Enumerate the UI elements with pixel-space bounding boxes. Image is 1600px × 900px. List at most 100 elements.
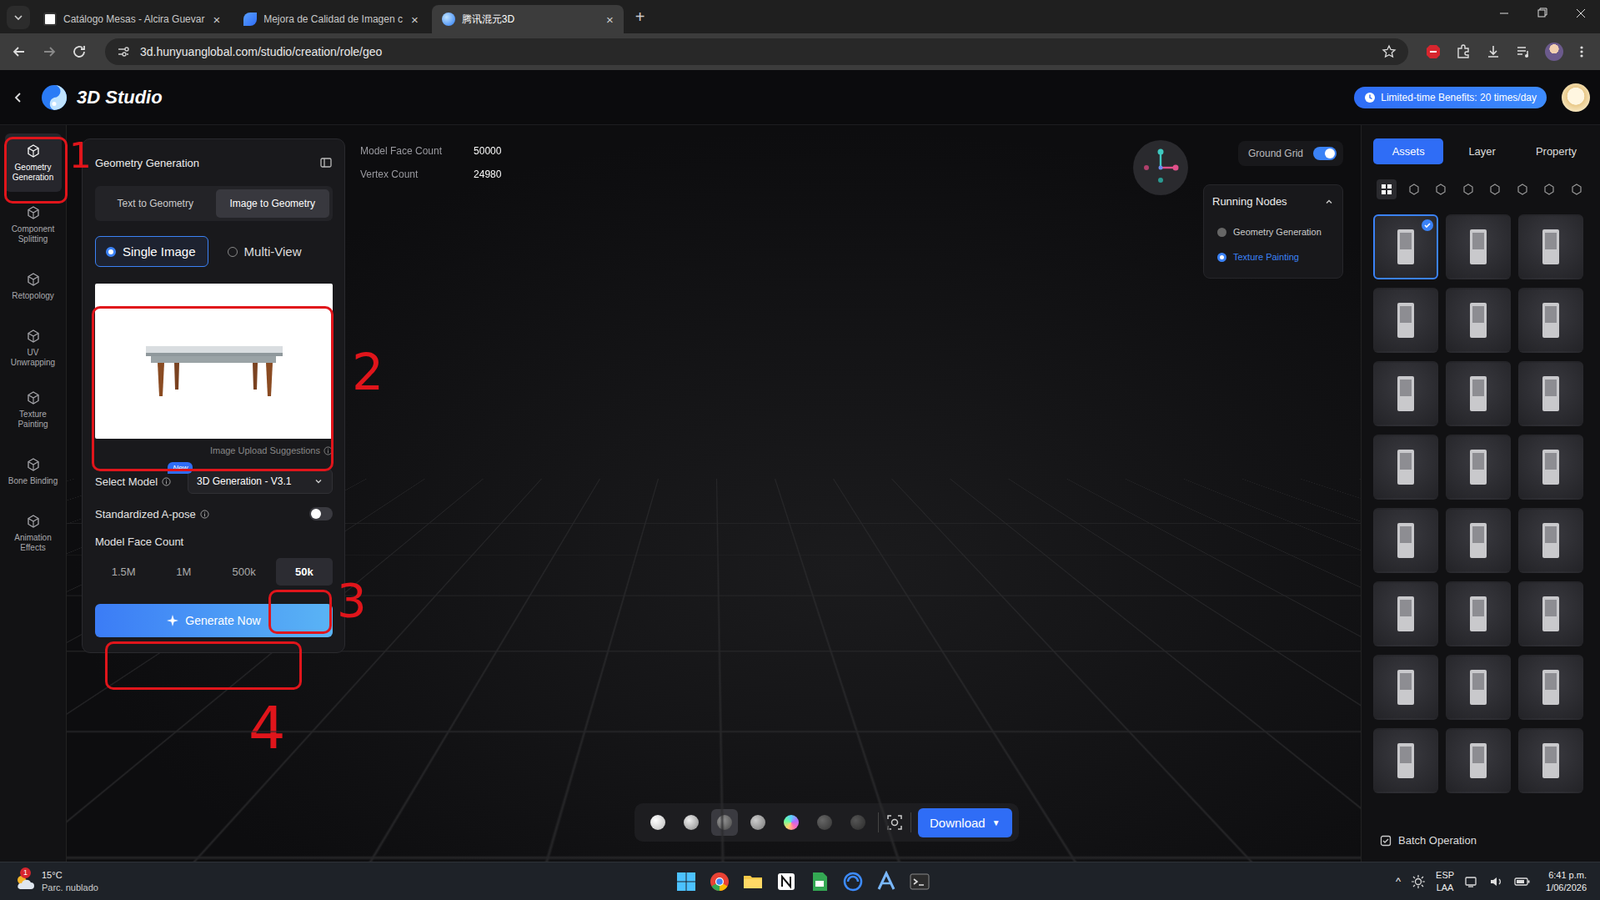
asset-filter-button[interactable] xyxy=(1566,179,1587,200)
batch-operation-button[interactable]: Batch Operation xyxy=(1373,820,1592,862)
address-bar[interactable]: 3d.hunyuanglobal.com/studio/creation/rol… xyxy=(105,38,1409,66)
asset-thumbnail[interactable] xyxy=(1373,287,1439,353)
forward-arrow-icon[interactable] xyxy=(40,42,59,61)
model-select[interactable]: 3D Generation - V3.1 xyxy=(187,468,333,494)
back-arrow-icon[interactable] xyxy=(10,42,29,61)
notion-icon[interactable] xyxy=(775,870,798,893)
collapse-panel-icon[interactable] xyxy=(319,155,333,170)
vpn-app-icon[interactable] xyxy=(842,870,864,893)
asset-thumbnail[interactable] xyxy=(1373,361,1439,427)
tab-close-button[interactable]: × xyxy=(604,12,616,27)
network-icon[interactable] xyxy=(1464,873,1480,889)
asset-thumbnail[interactable] xyxy=(1373,581,1439,647)
face-count-option[interactable]: 1M xyxy=(155,557,212,586)
tool-item[interactable]: Geometry Generation xyxy=(5,133,62,192)
generate-button[interactable]: Generate Now xyxy=(95,603,333,637)
input-type-radio[interactable]: Multi-View xyxy=(216,235,315,267)
asset-thumbnail[interactable] xyxy=(1373,434,1439,500)
asset-tab[interactable]: Layer xyxy=(1446,138,1517,165)
running-node[interactable]: Geometry Generation xyxy=(1212,219,1335,245)
apose-toggle[interactable] xyxy=(309,506,333,521)
face-count-option[interactable]: 1.5M xyxy=(95,557,152,586)
chrome-icon[interactable] xyxy=(708,870,731,893)
asset-thumbnail[interactable] xyxy=(1518,727,1584,793)
running-node[interactable]: Texture Painting xyxy=(1212,244,1335,270)
profile-avatar-icon[interactable] xyxy=(1544,42,1564,61)
face-count-option[interactable]: 500k xyxy=(215,557,273,586)
uploaded-image[interactable] xyxy=(95,283,333,439)
new-tab-button[interactable]: + xyxy=(626,7,654,34)
benefit-badge[interactable]: Limited-time Benefits: 20 times/day xyxy=(1354,86,1547,109)
tool-item[interactable]: Texture Painting xyxy=(5,380,62,439)
viewport[interactable]: Geometry Generation Text to Geometry Image… xyxy=(66,125,1361,862)
asset-thumbnail[interactable] xyxy=(1518,214,1584,280)
terminal-icon[interactable] xyxy=(908,870,931,893)
tab-close-button[interactable]: × xyxy=(210,12,222,27)
browser-tab[interactable]: 腾讯混元3D× xyxy=(431,5,624,34)
asset-filter-button[interactable] xyxy=(1458,179,1479,200)
asset-thumbnail[interactable] xyxy=(1518,434,1584,500)
spreadsheet-app-icon[interactable] xyxy=(808,870,831,893)
tool-item[interactable]: Retopology xyxy=(5,256,62,316)
file-explorer-icon[interactable] xyxy=(742,870,764,893)
asset-thumbnail[interactable] xyxy=(1373,727,1439,793)
tool-item[interactable]: UV Unwrapping xyxy=(5,318,62,377)
asset-thumbnail[interactable] xyxy=(1518,361,1584,427)
language-indicator[interactable]: ESPLAA xyxy=(1435,868,1455,893)
ground-grid-toggle[interactable] xyxy=(1313,146,1337,161)
render-mode-button[interactable] xyxy=(811,808,838,836)
asset-thumbnail[interactable] xyxy=(1373,214,1439,280)
asset-filter-button[interactable] xyxy=(1539,179,1560,200)
clock[interactable]: 6:41 p.m.1/06/2026 xyxy=(1540,868,1592,893)
download-icon[interactable] xyxy=(1484,43,1502,61)
asset-thumbnail[interactable] xyxy=(1445,654,1511,720)
upload-suggestions-link[interactable]: Image Upload Suggestions xyxy=(95,445,333,456)
asset-thumbnail[interactable] xyxy=(1373,654,1439,720)
browser-tab[interactable]: Mejora de Calidad de Imagen c× xyxy=(233,5,429,34)
face-count-option[interactable]: 50k xyxy=(275,557,333,586)
asset-thumbnail[interactable] xyxy=(1445,507,1511,573)
close-window-icon[interactable] xyxy=(1561,0,1600,27)
asset-tab[interactable]: Assets xyxy=(1373,138,1444,165)
asset-thumbnail[interactable] xyxy=(1373,507,1439,573)
render-mode-button[interactable] xyxy=(744,808,772,836)
render-mode-button[interactable] xyxy=(711,808,738,836)
menu-dots-icon[interactable] xyxy=(1576,43,1587,61)
restore-icon[interactable] xyxy=(1523,0,1562,27)
browser-tab[interactable]: Catálogo Mesas - Alcira Guevar× xyxy=(33,5,231,34)
volume-icon[interactable] xyxy=(1489,873,1505,889)
tool-item[interactable]: Animation Effects xyxy=(5,503,62,562)
asset-filter-button[interactable] xyxy=(1484,179,1505,200)
tool-item[interactable]: Component Splitting xyxy=(5,195,62,254)
tab-search-button[interactable] xyxy=(6,5,31,30)
asset-thumbnail[interactable] xyxy=(1518,654,1584,720)
arc-app-icon[interactable] xyxy=(875,870,898,893)
input-type-radio[interactable]: Single Image xyxy=(95,235,209,267)
site-info-icon[interactable] xyxy=(116,45,131,59)
render-mode-button[interactable] xyxy=(644,808,672,836)
screenshot-icon[interactable] xyxy=(885,812,904,832)
asset-filter-button[interactable] xyxy=(1512,179,1533,200)
puzzle-icon[interactable] xyxy=(1454,43,1472,61)
brightness-icon[interactable] xyxy=(1410,873,1426,889)
media-control-icon[interactable] xyxy=(1514,43,1532,61)
asset-filter-button[interactable] xyxy=(1376,179,1397,200)
download-button[interactable]: Download▼ xyxy=(917,807,1013,838)
asset-thumbnail[interactable] xyxy=(1445,727,1511,793)
windows-start-icon[interactable] xyxy=(675,870,698,893)
asset-thumbnail[interactable] xyxy=(1445,214,1511,280)
asset-filter-button[interactable] xyxy=(1404,179,1425,200)
running-nodes-header[interactable]: Running Nodes xyxy=(1212,195,1335,208)
asset-thumbnail[interactable] xyxy=(1445,434,1511,500)
asset-tab[interactable]: Property xyxy=(1520,138,1592,165)
weather-widget[interactable]: 115°CParc. nublado xyxy=(13,868,676,893)
asset-thumbnail[interactable] xyxy=(1518,581,1584,647)
back-chevron-icon[interactable] xyxy=(11,90,26,105)
reload-icon[interactable] xyxy=(70,42,89,61)
minimize-icon[interactable] xyxy=(1484,0,1524,27)
asset-thumbnail[interactable] xyxy=(1445,287,1511,353)
render-mode-button[interactable] xyxy=(777,808,805,836)
mode-tab[interactable]: Text to Geometry xyxy=(98,189,213,218)
adblock-icon[interactable] xyxy=(1424,43,1442,61)
asset-thumbnail[interactable] xyxy=(1445,361,1511,427)
